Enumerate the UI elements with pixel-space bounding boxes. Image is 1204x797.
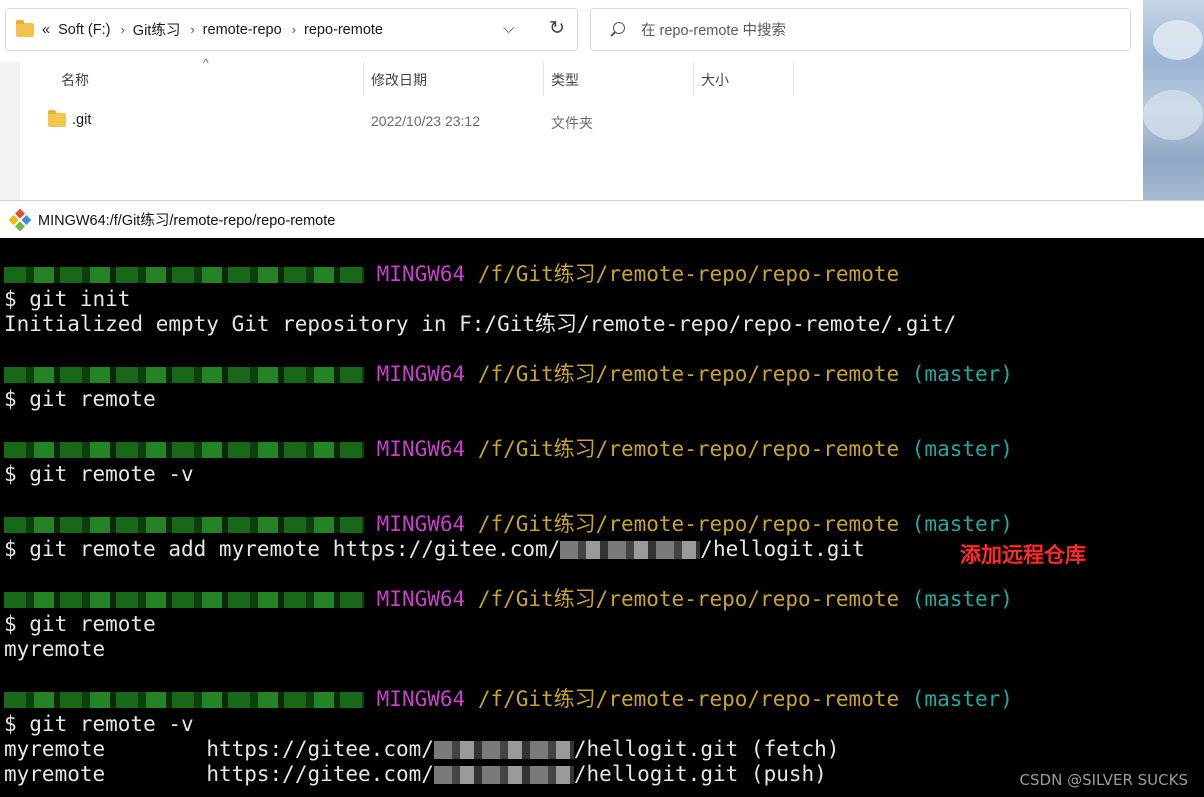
search-icon [609, 21, 625, 38]
prompt-path: /f/Git练习/remote-repo/repo-remote [477, 512, 900, 536]
column-divider[interactable] [693, 62, 694, 96]
redacted-username [433, 741, 574, 759]
chevron-down-icon[interactable]: ⌵ [503, 20, 514, 37]
remote-url: https://gitee.com/ [206, 737, 434, 761]
breadcrumb-overflow[interactable]: « [42, 22, 50, 38]
column-header-modified[interactable]: 修改日期 [371, 70, 427, 90]
command-line: $ git remote add myremote https://gitee.… [4, 537, 865, 562]
folder-icon [48, 110, 66, 127]
prompt-line: MINGW64 /f/Git练习/remote-repo/repo-remote… [4, 512, 1013, 537]
column-divider[interactable] [543, 62, 544, 96]
command-line: $ git remote -v [4, 712, 194, 736]
breadcrumb-item-remote-repo[interactable]: remote-repo [203, 22, 282, 38]
prompt-path: /f/Git练习/remote-repo/repo-remote [477, 587, 900, 611]
remote-name: myremote [4, 737, 106, 761]
prompt-env: MINGW64 [376, 587, 466, 611]
redacted-user-host [4, 442, 364, 458]
breadcrumb-item-drive[interactable]: Soft (F:) [58, 22, 110, 38]
prompt-line: MINGW64 /f/Git练习/remote-repo/repo-remote… [4, 587, 1013, 612]
refresh-icon[interactable]: ↻ [549, 17, 565, 40]
terminal-titlebar[interactable]: MINGW64:/f/Git练习/remote-repo/repo-remote [0, 200, 1204, 238]
remote-url: /hellogit.git [573, 762, 739, 786]
chevron-right-icon: › [190, 22, 195, 37]
command-line: $ git remote [4, 612, 156, 636]
prompt-line: MINGW64 /f/Git练习/remote-repo/repo-remote [4, 262, 899, 287]
column-divider[interactable] [793, 62, 794, 96]
annotation-label: 添加远程仓库 [960, 543, 1086, 567]
remote-url: /hellogit.git [573, 737, 739, 761]
file-explorer-window: « Soft (F:) › Git练习 › remote-repo › repo… [0, 0, 1143, 200]
command-line: $ git remote [4, 387, 156, 411]
remote-url: https://gitee.com/ [206, 762, 434, 786]
prompt-env: MINGW64 [376, 362, 466, 386]
command-text: $ git remote add myremote https://gitee.… [4, 537, 561, 561]
redacted-user-host [4, 367, 364, 383]
column-header-name[interactable]: 名称 [61, 70, 89, 90]
redacted-user-host [4, 267, 364, 283]
file-name: .git [72, 112, 92, 128]
prompt-line: MINGW64 /f/Git练习/remote-repo/repo-remote… [4, 362, 1013, 387]
desktop-background [1143, 0, 1204, 200]
breadcrumb-item-repo-remote[interactable]: repo-remote [304, 22, 383, 38]
file-modified-date: 2022/10/23 23:12 [371, 113, 480, 129]
prompt-env: MINGW64 [376, 512, 466, 536]
command-text: /hellogit.git [700, 537, 865, 561]
command-line: $ git remote -v [4, 462, 194, 486]
navigation-pane [0, 62, 20, 200]
prompt-path: /f/Git练习/remote-repo/repo-remote [477, 262, 900, 286]
watermark: CSDN @SILVER SUCKS [1019, 771, 1188, 789]
search-placeholder: 在 repo-remote 中搜索 [641, 23, 787, 39]
output-line: myremote https://gitee.com/ /hellogit.git… [4, 762, 827, 787]
prompt-env: MINGW64 [376, 437, 466, 461]
prompt-branch: (master) [911, 362, 1013, 386]
remote-kind: (push) [750, 762, 827, 786]
address-bar[interactable]: « Soft (F:) › Git练习 › remote-repo › repo… [5, 8, 578, 51]
output-line: myremote [4, 637, 106, 661]
chevron-right-icon: › [120, 22, 125, 37]
output-line: myremote https://gitee.com/ /hellogit.git… [4, 737, 839, 762]
terminal-output[interactable]: MINGW64 /f/Git练习/remote-repo/repo-remote… [4, 238, 1204, 797]
sort-ascending-icon: ^ [203, 56, 209, 70]
prompt-path: /f/Git练习/remote-repo/repo-remote [477, 687, 900, 711]
file-list-item[interactable]: .git 2022/10/23 23:12 文件夹 [40, 106, 800, 136]
prompt-branch: (master) [911, 587, 1013, 611]
search-input[interactable]: 在 repo-remote 中搜索 [590, 8, 1131, 51]
prompt-path: /f/Git练习/remote-repo/repo-remote [477, 437, 900, 461]
redacted-user-host [4, 592, 364, 608]
prompt-env: MINGW64 [376, 262, 466, 286]
breadcrumb-item-git-practice[interactable]: Git练习 [133, 19, 181, 40]
column-header-type[interactable]: 类型 [551, 70, 579, 90]
redacted-user-host [4, 517, 364, 533]
terminal-title: MINGW64:/f/Git练习/remote-repo/repo-remote [38, 213, 336, 229]
prompt-branch: (master) [911, 687, 1013, 711]
redacted-username [560, 541, 701, 559]
redacted-username [433, 766, 574, 784]
file-type: 文件夹 [551, 115, 593, 131]
prompt-branch: (master) [911, 512, 1013, 536]
prompt-line: MINGW64 /f/Git练习/remote-repo/repo-remote… [4, 437, 1013, 462]
redacted-user-host [4, 692, 364, 708]
prompt-path: /f/Git练习/remote-repo/repo-remote [477, 362, 900, 386]
column-header-size[interactable]: 大小 [701, 70, 729, 90]
terminal-window[interactable]: MINGW64:/f/Git练习/remote-repo/repo-remote… [0, 200, 1204, 797]
remote-name: myremote [4, 762, 106, 786]
command-line: $ git init [4, 287, 131, 311]
prompt-env: MINGW64 [376, 687, 466, 711]
output-line: Initialized empty Git repository in F:/G… [4, 312, 957, 336]
prompt-line: MINGW64 /f/Git练习/remote-repo/repo-remote… [4, 687, 1013, 712]
git-bash-icon [8, 208, 32, 231]
remote-kind: (fetch) [750, 737, 840, 761]
prompt-branch: (master) [911, 437, 1013, 461]
folder-icon [16, 19, 34, 37]
chevron-right-icon: › [291, 22, 296, 37]
column-divider[interactable] [363, 62, 364, 96]
